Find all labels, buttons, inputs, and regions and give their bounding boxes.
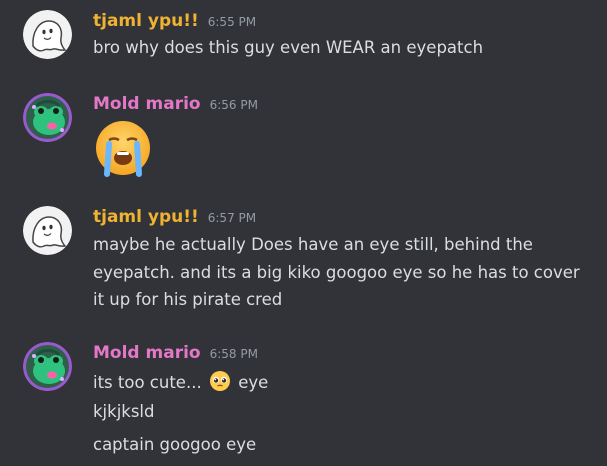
message-text: bro why does this guy even WEAR an eyepa… — [93, 38, 484, 57]
username[interactable]: tjaml ypu!! — [93, 206, 199, 228]
username[interactable]: Mold mario — [93, 342, 201, 364]
timestamp: 6:55 PM — [207, 15, 257, 29]
loudly-crying-face-emoji[interactable] — [93, 118, 153, 178]
frog-avatar-icon[interactable] — [23, 93, 72, 142]
ghost-avatar-icon[interactable] — [23, 10, 72, 59]
timestamp: 6:57 PM — [207, 211, 257, 225]
username[interactable]: Mold mario — [93, 93, 201, 115]
message-header: Mold mario 6:56 PM — [93, 93, 258, 115]
message-header: Mold mario 6:58 PM — [93, 342, 258, 364]
chat-message-list: tjaml ypu!! 6:55 PM bro why does this gu… — [0, 0, 607, 466]
pleading-face-emoji[interactable] — [209, 370, 231, 398]
message-text-part: its too cute... — [93, 373, 202, 392]
timestamp: 6:58 PM — [209, 347, 258, 361]
username[interactable]: tjaml ypu!! — [93, 10, 199, 32]
message-text: captain googoo eye — [93, 435, 257, 454]
message-header: tjaml ypu!! 6:57 PM — [93, 206, 256, 228]
message-text: its too cute... eye — [93, 370, 268, 398]
message-text: kjkjksld — [93, 402, 155, 421]
frog-avatar-icon[interactable] — [23, 342, 72, 391]
ghost-avatar-icon[interactable] — [23, 206, 72, 255]
message-text: maybe he actually Does have an eye still… — [93, 235, 580, 309]
message-header: tjaml ypu!! 6:55 PM — [93, 10, 256, 32]
message-text-part: eye — [238, 373, 269, 392]
timestamp: 6:56 PM — [209, 98, 258, 112]
